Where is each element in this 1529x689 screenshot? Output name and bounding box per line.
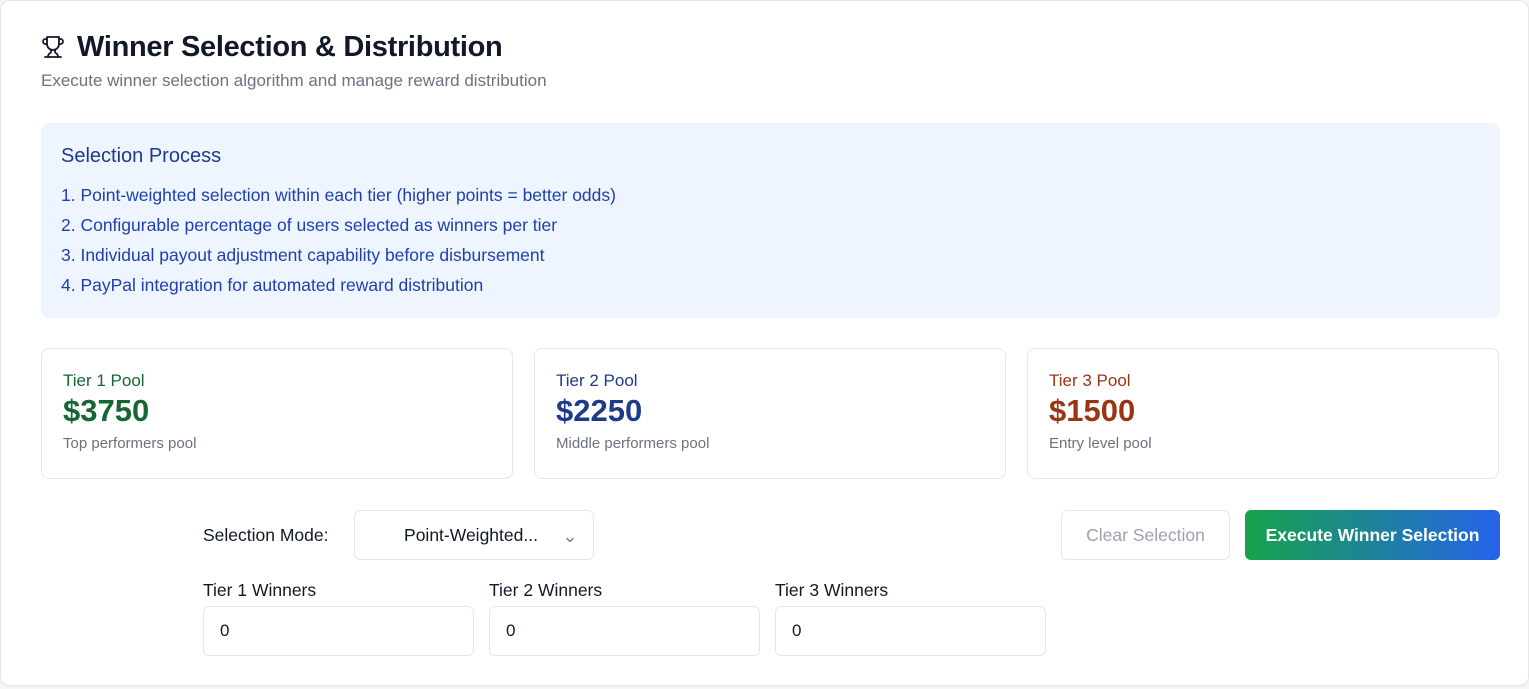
tier-description: Top performers pool bbox=[63, 435, 197, 452]
tier-2-winners-input[interactable] bbox=[489, 606, 760, 656]
tier-1-pool-card: Tier 1 Pool $3750 Top performers pool bbox=[41, 348, 513, 479]
tier-1-winners-input[interactable] bbox=[203, 606, 474, 656]
process-step: 2. Configurable percentage of users sele… bbox=[61, 215, 558, 235]
tier-2-winners-label: Tier 2 Winners bbox=[489, 580, 603, 600]
tier-1-winners-label: Tier 1 Winners bbox=[203, 580, 317, 600]
tier-label: Tier 2 Pool bbox=[556, 371, 638, 390]
winner-selection-card: Winner Selection & Distribution Execute … bbox=[0, 0, 1529, 686]
tier-3-pool-card: Tier 3 Pool $1500 Entry level pool bbox=[1027, 348, 1499, 479]
chevron-down-icon bbox=[565, 529, 575, 543]
page-title: Winner Selection & Distribution bbox=[77, 30, 503, 63]
tier-description: Entry level pool bbox=[1049, 435, 1152, 452]
process-step: 1. Point-weighted selection within each … bbox=[61, 185, 616, 205]
selection-mode-label: Selection Mode: bbox=[203, 525, 329, 545]
tier-1-winners-field: Tier 1 Winners bbox=[203, 580, 474, 656]
selection-mode-value: Point-Weighted... bbox=[404, 524, 538, 545]
tier-amount: $2250 bbox=[556, 393, 643, 428]
selection-mode-select[interactable]: Point-Weighted... bbox=[354, 510, 594, 560]
selection-process-panel: Selection Process 1. Point-weighted sele… bbox=[41, 123, 1500, 318]
tier-amount: $1500 bbox=[1049, 393, 1136, 428]
tier-2-winners-field: Tier 2 Winners bbox=[489, 580, 760, 656]
card-header: Winner Selection & Distribution Execute … bbox=[41, 29, 547, 91]
tier-3-winners-input[interactable] bbox=[775, 606, 1046, 656]
execute-winner-selection-button[interactable]: Execute Winner Selection bbox=[1245, 510, 1500, 560]
process-step: 3. Individual payout adjustment capabili… bbox=[61, 245, 545, 265]
process-step: 4. PayPal integration for automated rewa… bbox=[61, 275, 484, 295]
process-steps: 1. Point-weighted selection within each … bbox=[61, 180, 1480, 300]
tier-label: Tier 3 Pool bbox=[1049, 371, 1131, 390]
tier-3-winners-label: Tier 3 Winners bbox=[775, 580, 889, 600]
tier-3-winners-field: Tier 3 Winners bbox=[775, 580, 1046, 656]
trophy-icon bbox=[41, 34, 67, 60]
tier-pools: Tier 1 Pool $3750 Top performers pool Ti… bbox=[41, 348, 1499, 479]
tier-description: Middle performers pool bbox=[556, 435, 710, 452]
process-title: Selection Process bbox=[61, 145, 222, 167]
tier-amount: $3750 bbox=[63, 393, 150, 428]
tier-2-pool-card: Tier 2 Pool $2250 Middle performers pool bbox=[534, 348, 1006, 479]
title-row: Winner Selection & Distribution bbox=[41, 29, 547, 65]
clear-selection-button[interactable]: Clear Selection bbox=[1061, 510, 1230, 560]
tier-label: Tier 1 Pool bbox=[63, 371, 145, 390]
page-subtitle: Execute winner selection algorithm and m… bbox=[41, 71, 547, 90]
